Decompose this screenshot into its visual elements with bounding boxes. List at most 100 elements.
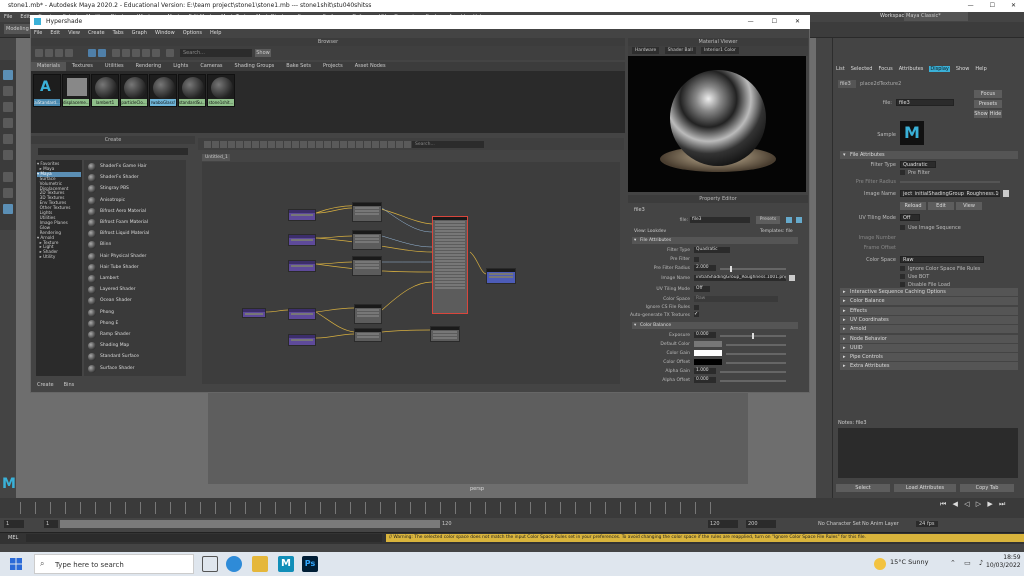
browser-tool-icon-1[interactable] bbox=[35, 49, 43, 57]
hs-menu-help[interactable]: Help bbox=[210, 30, 221, 36]
create-search-input[interactable] bbox=[38, 148, 188, 155]
ae-menu-focus[interactable]: Focus bbox=[878, 66, 892, 72]
minimize-icon[interactable]: — bbox=[968, 0, 974, 12]
ae-load-attributes-button[interactable]: Load Attributes bbox=[894, 484, 956, 492]
pe-exposure-field[interactable]: 0.000 bbox=[694, 332, 716, 338]
ae-section[interactable]: Extra Attributes bbox=[840, 362, 1018, 371]
browser-tab-cameras[interactable]: Cameras bbox=[194, 62, 228, 71]
file-node-5[interactable] bbox=[354, 328, 382, 342]
graph-tool-icon[interactable] bbox=[404, 141, 411, 148]
close-icon[interactable]: ✕ bbox=[1011, 0, 1016, 12]
edge-icon[interactable] bbox=[226, 556, 242, 572]
ae-section[interactable]: UUID bbox=[840, 343, 1018, 352]
create-node-item[interactable]: Bifrost Liquid Material bbox=[88, 229, 184, 239]
browser-tool-icon-7[interactable] bbox=[112, 49, 120, 57]
ae-show-button[interactable]: Show bbox=[974, 110, 988, 118]
move-tool-icon[interactable] bbox=[3, 118, 13, 128]
browser-tab-rendering[interactable]: Rendering bbox=[130, 62, 168, 71]
place2d-node-3[interactable] bbox=[288, 260, 316, 272]
graph-tool-icon[interactable] bbox=[276, 141, 283, 148]
ae-uv-tiling-select[interactable]: Off bbox=[900, 214, 920, 221]
current-frame-field[interactable]: 1 bbox=[44, 520, 58, 528]
browser-tab-textures[interactable]: Textures bbox=[66, 62, 99, 71]
material-swatch[interactable]: standardSu... bbox=[178, 74, 206, 107]
pe-pre-filter-radius-field[interactable]: 2.000 bbox=[694, 265, 716, 271]
mel-label[interactable]: MEL bbox=[8, 535, 18, 541]
create-node-item[interactable]: Bifrost Foam Material bbox=[88, 218, 184, 228]
place2d-node-2[interactable] bbox=[288, 234, 316, 246]
ae-folder-icon[interactable] bbox=[1003, 190, 1009, 197]
create-tree-item[interactable]: ▸ Utility bbox=[37, 254, 81, 260]
pe-templates-label[interactable]: Templates: file bbox=[760, 229, 793, 234]
pe-uv-tiling-select[interactable]: Off bbox=[694, 286, 710, 292]
create-node-item[interactable]: Phong E bbox=[88, 319, 184, 329]
pe-ignore-cs-checkbox[interactable] bbox=[694, 305, 699, 310]
browser-tool-icon-4[interactable] bbox=[65, 49, 73, 57]
pe-toggle-icon[interactable] bbox=[796, 217, 802, 223]
browser-tool-icon-9[interactable] bbox=[132, 49, 140, 57]
hs-menu-options[interactable]: Options bbox=[183, 30, 202, 36]
browser-tab-projects[interactable]: Projects bbox=[317, 62, 349, 71]
ae-filter-type-select[interactable]: Quadratic bbox=[900, 161, 936, 168]
pe-alpha-offset-field[interactable]: 0.000 bbox=[694, 377, 716, 383]
graph-tool-icon[interactable] bbox=[244, 141, 251, 148]
graph-tool-icon[interactable] bbox=[268, 141, 275, 148]
pe-color-gain-swatch[interactable] bbox=[694, 350, 722, 356]
playback-controls[interactable]: ⏮ ◀ ◁ ▷ ▶ ⏭ bbox=[940, 500, 1007, 509]
browser-tool-icon-10[interactable] bbox=[142, 49, 150, 57]
graph-tool-icon[interactable] bbox=[388, 141, 395, 148]
material-swatch[interactable]: lambert1 bbox=[91, 74, 119, 107]
pe-exposure-knob[interactable] bbox=[752, 333, 754, 339]
ae-select-button[interactable]: Select bbox=[836, 484, 890, 492]
browser-tab-utilities[interactable]: Utilities bbox=[99, 62, 130, 71]
hs-menu-file[interactable]: File bbox=[34, 30, 42, 36]
ae-menu-display[interactable]: Display bbox=[929, 66, 950, 72]
create-node-item[interactable]: ShaderFx Game Hair bbox=[88, 162, 184, 172]
material-swatch[interactable]: rwaboGlass! bbox=[149, 74, 177, 107]
anim-layer-select[interactable]: No Anim Layer bbox=[862, 521, 899, 527]
graph-tool-icon[interactable] bbox=[308, 141, 315, 148]
mel-input[interactable] bbox=[26, 534, 382, 542]
graph-tool-icon[interactable] bbox=[228, 141, 235, 148]
graph-tool-icon[interactable] bbox=[380, 141, 387, 148]
graph-tool-icon[interactable] bbox=[364, 141, 371, 148]
ae-section[interactable]: Interactive Sequence Caching Options bbox=[840, 288, 1018, 296]
tray-icons[interactable]: ⌃ ▭ ♪ bbox=[950, 559, 986, 567]
hs-menu-view[interactable]: View bbox=[68, 30, 80, 36]
range-end-field[interactable]: 120 bbox=[708, 520, 738, 528]
browser-tool-icon-8[interactable] bbox=[122, 49, 130, 57]
ae-use-image-seq-checkbox[interactable] bbox=[900, 225, 905, 230]
place2d-node-6[interactable] bbox=[288, 334, 316, 346]
ae-image-name-field[interactable]: ject_initialShadingGroup_Roughness.1001.… bbox=[900, 190, 1000, 197]
hs-menu-window[interactable]: Window bbox=[155, 30, 175, 36]
geometry-select[interactable]: Shader Ball bbox=[664, 47, 696, 54]
paint-select-icon[interactable] bbox=[3, 102, 13, 112]
create-node-item[interactable]: Stingray PBS bbox=[88, 184, 184, 194]
pe-view-label[interactable]: View: Lookdev bbox=[634, 229, 666, 234]
graph-tool-icon[interactable] bbox=[348, 141, 355, 148]
ae-menu-show[interactable]: Show bbox=[956, 66, 970, 72]
material-swatch[interactable]: stone1shit... bbox=[207, 74, 235, 107]
browser-tab-lights[interactable]: Lights bbox=[167, 62, 194, 71]
create-node-item[interactable]: Ramp Shader bbox=[88, 330, 184, 340]
hs-menu-tabs[interactable]: Tabs bbox=[113, 30, 124, 36]
select-tool-icon[interactable] bbox=[3, 70, 13, 80]
ae-section[interactable]: Color Balance bbox=[840, 297, 1018, 306]
ae-node-name-field[interactable]: file3 bbox=[896, 99, 954, 106]
browser-tab-shading-groups[interactable]: Shading Groups bbox=[229, 62, 281, 71]
max-frame-field[interactable]: 200 bbox=[746, 520, 776, 528]
ae-use-bot-checkbox[interactable] bbox=[900, 274, 905, 279]
mode-select[interactable]: Modeling bbox=[4, 24, 30, 34]
create-node-item[interactable]: Shading Map bbox=[88, 341, 184, 351]
create-node-item[interactable]: Bifrost Aero Material bbox=[88, 207, 184, 217]
pe-color-space-select[interactable]: Raw bbox=[694, 296, 778, 302]
browser-tool-icon-2[interactable] bbox=[45, 49, 53, 57]
browser-tool-icon-6[interactable] bbox=[98, 49, 106, 57]
pe-alpha-offset-slider[interactable] bbox=[720, 380, 786, 382]
material-swatch[interactable]: particleClo... bbox=[120, 74, 148, 107]
graph-tool-icon[interactable] bbox=[292, 141, 299, 148]
graph-tool-icon[interactable] bbox=[252, 141, 259, 148]
hs-menu-edit[interactable]: Edit bbox=[50, 30, 60, 36]
ae-section[interactable]: Effects bbox=[840, 306, 1018, 315]
graph-tool-icon[interactable] bbox=[324, 141, 331, 148]
